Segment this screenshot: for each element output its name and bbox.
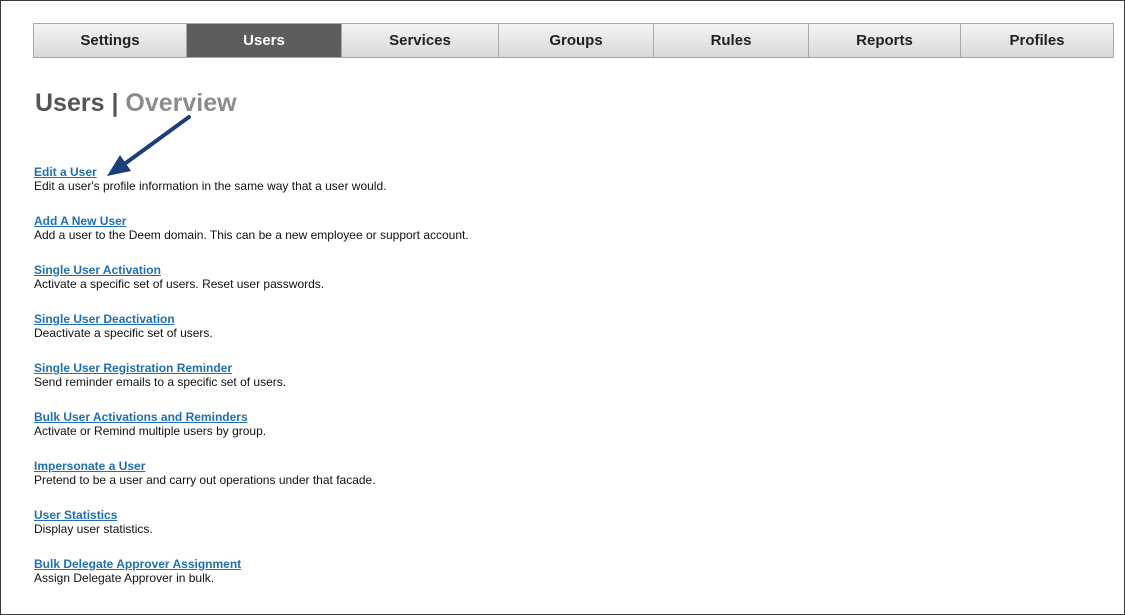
- tab-profiles[interactable]: Profiles: [961, 24, 1113, 57]
- list-item: Single User Registration Reminder Send r…: [34, 361, 1084, 410]
- single-user-deactivation-link[interactable]: Single User Deactivation: [34, 312, 175, 326]
- registration-reminder-link[interactable]: Single User Registration Reminder: [34, 361, 232, 375]
- tab-users[interactable]: Users: [187, 24, 342, 57]
- impersonate-user-link[interactable]: Impersonate a User: [34, 459, 145, 473]
- page-title-section: Users: [35, 89, 105, 117]
- item-description: Activate or Remind multiple users by gro…: [34, 424, 267, 438]
- list-item: User Statistics Display user statistics.: [34, 508, 1084, 557]
- item-description: Send reminder emails to a specific set o…: [34, 375, 287, 389]
- item-description: Edit a user's profile information in the…: [34, 179, 387, 193]
- tab-reports[interactable]: Reports: [809, 24, 961, 57]
- list-item: Bulk Delegate Approver Assignment Assign…: [34, 557, 1084, 606]
- main-nav-tabs: Settings Users Services Groups Rules Rep…: [33, 23, 1114, 58]
- item-description: Add a user to the Deem domain. This can …: [34, 228, 469, 242]
- list-item: Single User Activation Activate a specif…: [34, 263, 1084, 312]
- single-user-activation-link[interactable]: Single User Activation: [34, 263, 161, 277]
- edit-user-link[interactable]: Edit a User: [34, 165, 97, 179]
- user-statistics-link[interactable]: User Statistics: [34, 508, 117, 522]
- bulk-activations-link[interactable]: Bulk User Activations and Reminders: [34, 410, 248, 424]
- item-description: Deactivate a specific set of users.: [34, 326, 213, 340]
- bulk-delegate-approver-link[interactable]: Bulk Delegate Approver Assignment: [34, 557, 241, 571]
- tab-services[interactable]: Services: [342, 24, 499, 57]
- list-item: Add A New User Add a user to the Deem do…: [34, 214, 1084, 263]
- list-item: Bulk User Activations and Reminders Acti…: [34, 410, 1084, 459]
- tab-rules[interactable]: Rules: [654, 24, 809, 57]
- item-description: Display user statistics.: [34, 522, 153, 536]
- item-description: Activate a specific set of users. Reset …: [34, 277, 325, 291]
- user-actions-list: Edit a User Edit a user's profile inform…: [34, 165, 1084, 606]
- list-item: Impersonate a User Pretend to be a user …: [34, 459, 1084, 508]
- list-item: Edit a User Edit a user's profile inform…: [34, 165, 1084, 214]
- screenshot-frame: Settings Users Services Groups Rules Rep…: [0, 0, 1125, 615]
- item-description: Assign Delegate Approver in bulk.: [34, 571, 215, 585]
- item-description: Pretend to be a user and carry out opera…: [34, 473, 376, 487]
- add-new-user-link[interactable]: Add A New User: [34, 214, 126, 228]
- list-item: Single User Deactivation Deactivate a sp…: [34, 312, 1084, 361]
- tab-groups[interactable]: Groups: [499, 24, 654, 57]
- tab-settings[interactable]: Settings: [34, 24, 187, 57]
